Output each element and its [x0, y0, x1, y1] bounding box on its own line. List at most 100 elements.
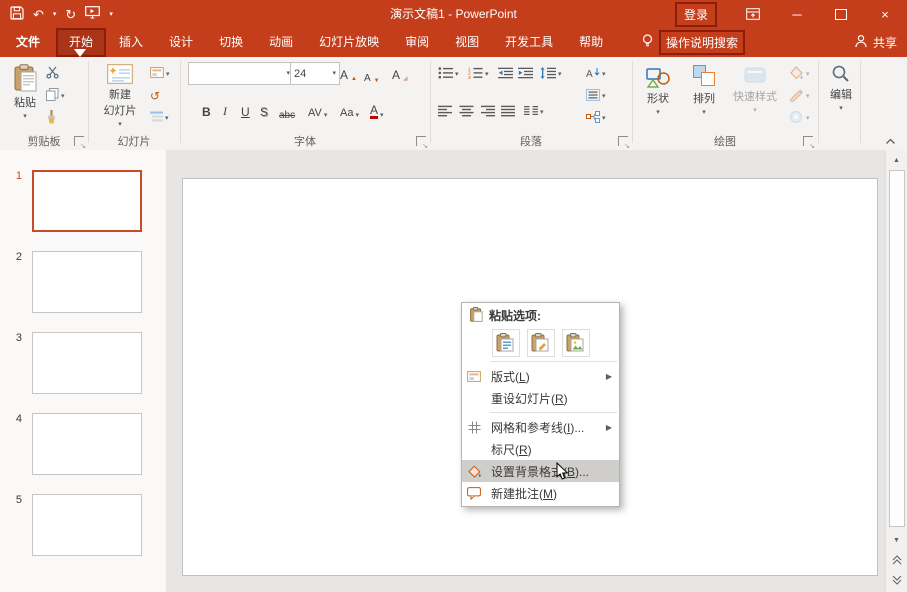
character-spacing-dropdown-icon[interactable]: ▾ — [324, 112, 328, 119]
shapes-dropdown-icon[interactable]: ▾ — [656, 109, 660, 116]
editing-dropdown-icon[interactable]: ▾ — [839, 105, 843, 112]
menu-item-new-comment[interactable]: 新建批注(M) — [462, 482, 619, 504]
text-shadow-button[interactable]: S — [260, 101, 268, 119]
strikethrough-button[interactable]: abc — [279, 103, 295, 121]
tab-transitions[interactable]: 切换 — [206, 28, 256, 57]
bullets-dropdown-icon[interactable]: ▾ — [455, 71, 459, 78]
scroll-down-icon[interactable]: ▼ — [886, 532, 907, 548]
share-button[interactable]: 共享 — [854, 28, 897, 57]
layout-button[interactable]: ▾ — [150, 65, 170, 83]
copy-button[interactable]: ▾ — [46, 87, 65, 105]
tab-design[interactable]: 设计 — [156, 28, 206, 57]
sign-in-button[interactable]: 登录 — [675, 2, 717, 27]
scrollbar-thumb[interactable] — [889, 170, 905, 527]
line-spacing-dropdown-icon[interactable]: ▾ — [558, 71, 562, 78]
slide-thumbnail-2[interactable] — [32, 251, 142, 313]
align-text-dropdown-icon[interactable]: ▾ — [602, 93, 606, 100]
quick-styles-button[interactable]: 快速样式 ▾ — [728, 60, 782, 135]
layout-dropdown-icon[interactable]: ▾ — [166, 71, 170, 78]
clipboard-dialog-launcher[interactable] — [74, 136, 84, 146]
tab-view[interactable]: 视图 — [442, 28, 492, 57]
clear-formatting-button[interactable]: A◢ — [392, 64, 408, 82]
numbering-dropdown-icon[interactable]: ▾ — [485, 71, 489, 78]
columns-button[interactable]: ▾ — [524, 103, 544, 121]
maximize-button[interactable] — [819, 0, 863, 28]
justify-button[interactable] — [501, 103, 516, 121]
slide-thumbnail-5[interactable] — [32, 494, 142, 556]
slide-thumbnail-1[interactable] — [32, 170, 142, 232]
shape-outline-button[interactable]: ▾ — [788, 87, 810, 105]
paste-dropdown-icon[interactable]: ▾ — [23, 113, 27, 120]
menu-item-format-background[interactable]: 设置背景格式(B)... — [462, 460, 619, 482]
close-button[interactable]: × — [863, 0, 907, 28]
align-left-button[interactable] — [438, 103, 453, 121]
smartart-dropdown-icon[interactable]: ▾ — [602, 115, 606, 122]
vertical-scrollbar[interactable]: ▲ ▼ — [885, 150, 907, 592]
drawing-dialog-launcher[interactable] — [803, 136, 813, 146]
bullets-button[interactable]: ▾ — [438, 65, 459, 83]
previous-slide-icon[interactable] — [886, 552, 907, 568]
menu-item-layout[interactable]: 版式(L) ▶ — [462, 365, 619, 387]
increase-indent-button[interactable] — [518, 65, 533, 83]
font-name-combobox[interactable]: ▾ — [188, 62, 294, 85]
change-case-dropdown-icon[interactable]: ▾ — [355, 112, 359, 119]
numbering-button[interactable]: 123 ▾ — [468, 65, 489, 83]
align-center-button[interactable] — [459, 103, 474, 121]
slide-thumbnail-3[interactable] — [32, 332, 142, 394]
grow-font-button[interactable]: A▲ — [340, 64, 357, 82]
ribbon-display-options-icon[interactable] — [731, 0, 775, 28]
tell-me-search[interactable]: 操作说明搜索 — [642, 28, 745, 57]
font-color-dropdown-icon[interactable]: ▾ — [380, 112, 384, 119]
line-spacing-button[interactable]: ▾ — [540, 65, 562, 83]
tab-insert[interactable]: 插入 — [106, 28, 156, 57]
font-size-combobox[interactable]: 24 ▾ — [290, 62, 340, 85]
menu-item-grid-and-guides[interactable]: 网格和参考线(I)... ▶ — [462, 416, 619, 438]
minimize-button[interactable]: ─ — [775, 0, 819, 28]
shapes-button[interactable]: 形状 ▾ — [638, 60, 678, 135]
new-slide-dropdown-icon[interactable]: ▾ — [118, 121, 122, 128]
editing-button[interactable]: 编辑 ▾ — [822, 60, 860, 135]
text-direction-dropdown-icon[interactable]: ▾ — [602, 71, 606, 78]
shrink-font-button[interactable]: A▼ — [364, 66, 380, 84]
arrange-dropdown-icon[interactable]: ▾ — [702, 109, 706, 116]
font-color-button[interactable]: A▾ — [370, 101, 384, 119]
copy-dropdown-icon[interactable]: ▾ — [61, 93, 65, 100]
paste-keep-source-formatting-button[interactable] — [527, 329, 555, 357]
character-spacing-button[interactable]: AV▾ — [308, 101, 327, 119]
underline-button[interactable]: U — [241, 101, 250, 119]
arrange-button[interactable]: 排列 ▾ — [684, 60, 724, 135]
paragraph-dialog-launcher[interactable] — [618, 136, 628, 146]
tab-file[interactable]: 文件 — [0, 28, 56, 57]
tab-animations[interactable]: 动画 — [256, 28, 306, 57]
new-slide-button[interactable]: 新建 幻灯片 ▾ — [92, 60, 148, 135]
change-case-button[interactable]: Aa▾ — [340, 101, 359, 119]
next-slide-icon[interactable] — [886, 572, 907, 588]
font-dialog-launcher[interactable] — [416, 136, 426, 146]
section-dropdown-icon[interactable]: ▾ — [165, 115, 169, 122]
tab-developer[interactable]: 开发工具 — [492, 28, 566, 57]
font-size-dropdown-icon[interactable]: ▾ — [332, 70, 336, 77]
paste-use-destination-theme-button[interactable] — [492, 329, 520, 357]
cut-button[interactable] — [46, 65, 59, 83]
tab-slideshow[interactable]: 幻灯片放映 — [306, 28, 392, 57]
tab-review[interactable]: 审阅 — [392, 28, 442, 57]
convert-to-smartart-button[interactable]: ▾ — [586, 109, 606, 127]
shape-fill-button[interactable]: ▾ — [788, 65, 810, 83]
tab-help[interactable]: 帮助 — [566, 28, 616, 57]
menu-item-ruler[interactable]: 标尺(R) — [462, 438, 619, 460]
align-text-button[interactable]: ▾ — [586, 87, 606, 105]
italic-button[interactable]: I — [223, 101, 227, 119]
reset-slide-button[interactable]: ↺ — [150, 87, 160, 105]
columns-dropdown-icon[interactable]: ▾ — [540, 109, 544, 116]
align-right-button[interactable] — [480, 103, 495, 121]
decrease-indent-button[interactable] — [498, 65, 513, 83]
slide-thumbnail-4[interactable] — [32, 413, 142, 475]
paste-as-picture-button[interactable] — [562, 329, 590, 357]
text-direction-button[interactable]: A ▾ — [586, 65, 606, 83]
scroll-up-icon[interactable]: ▲ — [886, 152, 907, 168]
collapse-ribbon-button[interactable] — [882, 135, 898, 147]
shape-effects-button[interactable]: ▾ — [788, 109, 810, 127]
section-button[interactable]: ▾ — [150, 109, 169, 127]
paste-button[interactable]: 粘贴 ▾ — [5, 60, 45, 135]
format-painter-button[interactable] — [46, 109, 57, 127]
